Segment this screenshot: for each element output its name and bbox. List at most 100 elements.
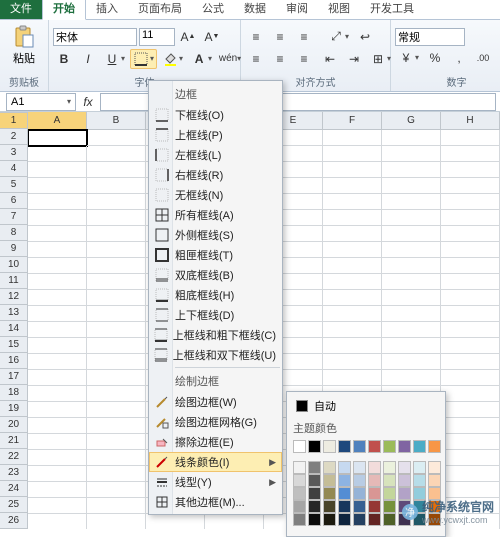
color-swatch[interactable]	[398, 440, 411, 453]
cell[interactable]	[382, 306, 441, 322]
cell[interactable]	[441, 258, 500, 274]
cell[interactable]	[323, 322, 382, 338]
shrink-font-button[interactable]: A▼	[201, 27, 223, 47]
wrap-text-button[interactable]: ↩	[354, 27, 376, 47]
cell[interactable]	[441, 306, 500, 322]
color-swatch[interactable]	[398, 474, 411, 487]
font-family-combo[interactable]: 宋体	[53, 28, 137, 46]
color-swatch[interactable]	[338, 440, 351, 453]
cell[interactable]	[87, 162, 146, 178]
border-menu-item[interactable]: 上框线和粗下框线(C)	[149, 325, 282, 345]
cell[interactable]	[87, 226, 146, 242]
cell[interactable]	[323, 210, 382, 226]
cell[interactable]	[382, 354, 441, 370]
color-auto-item[interactable]: 自动	[291, 396, 441, 416]
border-menu-item[interactable]: 所有框线(A)	[149, 205, 282, 225]
color-swatch[interactable]	[353, 440, 366, 453]
color-swatch[interactable]	[308, 487, 321, 500]
cell[interactable]	[323, 290, 382, 306]
orientation-button[interactable]: ⤢▾	[325, 27, 352, 47]
cell[interactable]	[323, 130, 382, 146]
cell[interactable]	[28, 514, 87, 529]
cell[interactable]	[323, 178, 382, 194]
border-button[interactable]: ▾	[130, 49, 157, 69]
cell[interactable]	[323, 146, 382, 162]
col-header[interactable]: F	[323, 112, 382, 129]
color-swatch[interactable]	[413, 440, 426, 453]
cell[interactable]	[28, 450, 87, 466]
tab-review[interactable]: 审阅	[276, 0, 318, 19]
color-swatch[interactable]	[338, 474, 351, 487]
cell[interactable]	[382, 322, 441, 338]
dec-decimal-button[interactable]: .0	[496, 48, 500, 68]
cell[interactable]	[146, 514, 205, 529]
cell[interactable]	[441, 274, 500, 290]
cell[interactable]	[87, 354, 146, 370]
row-header[interactable]: 12	[0, 289, 27, 305]
cell[interactable]	[28, 146, 87, 162]
chevron-down-icon[interactable]: ▾	[67, 97, 71, 106]
cell[interactable]	[87, 402, 146, 418]
cell[interactable]	[28, 290, 87, 306]
cell[interactable]	[382, 162, 441, 178]
cell[interactable]	[87, 338, 146, 354]
align-bottom-button[interactable]: ≡	[293, 27, 315, 47]
indent-dec-button[interactable]: ⇤	[319, 49, 341, 69]
color-swatch[interactable]	[338, 487, 351, 500]
cell[interactable]	[441, 434, 500, 450]
tab-view[interactable]: 视图	[318, 0, 360, 19]
name-box[interactable]: A1 ▾	[6, 93, 76, 111]
color-swatch[interactable]	[398, 461, 411, 474]
color-swatch[interactable]	[368, 440, 381, 453]
color-swatch[interactable]	[383, 513, 396, 526]
color-swatch[interactable]	[293, 487, 306, 500]
cell[interactable]	[87, 322, 146, 338]
row-header[interactable]: 13	[0, 305, 27, 321]
bold-button[interactable]: B	[53, 49, 75, 69]
cell[interactable]	[323, 258, 382, 274]
color-swatch[interactable]	[308, 461, 321, 474]
tab-insert[interactable]: 插入	[86, 0, 128, 19]
align-left-button[interactable]: ≡	[245, 49, 267, 69]
color-swatch[interactable]	[323, 500, 336, 513]
color-swatch[interactable]	[338, 513, 351, 526]
cell[interactable]	[441, 130, 500, 146]
cell[interactable]	[87, 210, 146, 226]
color-swatch[interactable]	[323, 487, 336, 500]
cell[interactable]	[441, 386, 500, 402]
cell[interactable]	[87, 130, 146, 146]
tab-data[interactable]: 数据	[234, 0, 276, 19]
cell[interactable]	[441, 290, 500, 306]
cell[interactable]	[441, 162, 500, 178]
cell[interactable]	[441, 466, 500, 482]
align-middle-button[interactable]: ≡	[269, 27, 291, 47]
color-swatch[interactable]	[353, 513, 366, 526]
italic-button[interactable]: I	[77, 49, 99, 69]
row-header[interactable]: 23	[0, 465, 27, 481]
tab-file[interactable]: 文件	[0, 0, 42, 19]
cell[interactable]	[28, 466, 87, 482]
border-menu-item[interactable]: 上框线和双下框线(U)	[149, 345, 282, 365]
row-header[interactable]: 4	[0, 161, 27, 177]
cell[interactable]	[87, 466, 146, 482]
row-header[interactable]: 26	[0, 513, 27, 529]
color-swatch[interactable]	[368, 513, 381, 526]
cell[interactable]	[441, 354, 500, 370]
border-menu-item[interactable]: 上框线(P)	[149, 125, 282, 145]
col-header[interactable]: A	[28, 112, 87, 129]
cell[interactable]	[323, 226, 382, 242]
row-header[interactable]: 20	[0, 417, 27, 433]
cell[interactable]	[28, 306, 87, 322]
cell[interactable]	[441, 450, 500, 466]
cell[interactable]	[441, 178, 500, 194]
cell[interactable]	[28, 210, 87, 226]
cell[interactable]	[382, 178, 441, 194]
border-menu-item[interactable]: 左框线(L)	[149, 145, 282, 165]
cell[interactable]	[441, 338, 500, 354]
cell[interactable]	[323, 162, 382, 178]
color-swatch[interactable]	[293, 461, 306, 474]
color-swatch[interactable]	[338, 461, 351, 474]
align-right-button[interactable]: ≡	[293, 49, 315, 69]
inc-decimal-button[interactable]: .00	[472, 48, 494, 68]
color-swatch[interactable]	[293, 440, 306, 453]
